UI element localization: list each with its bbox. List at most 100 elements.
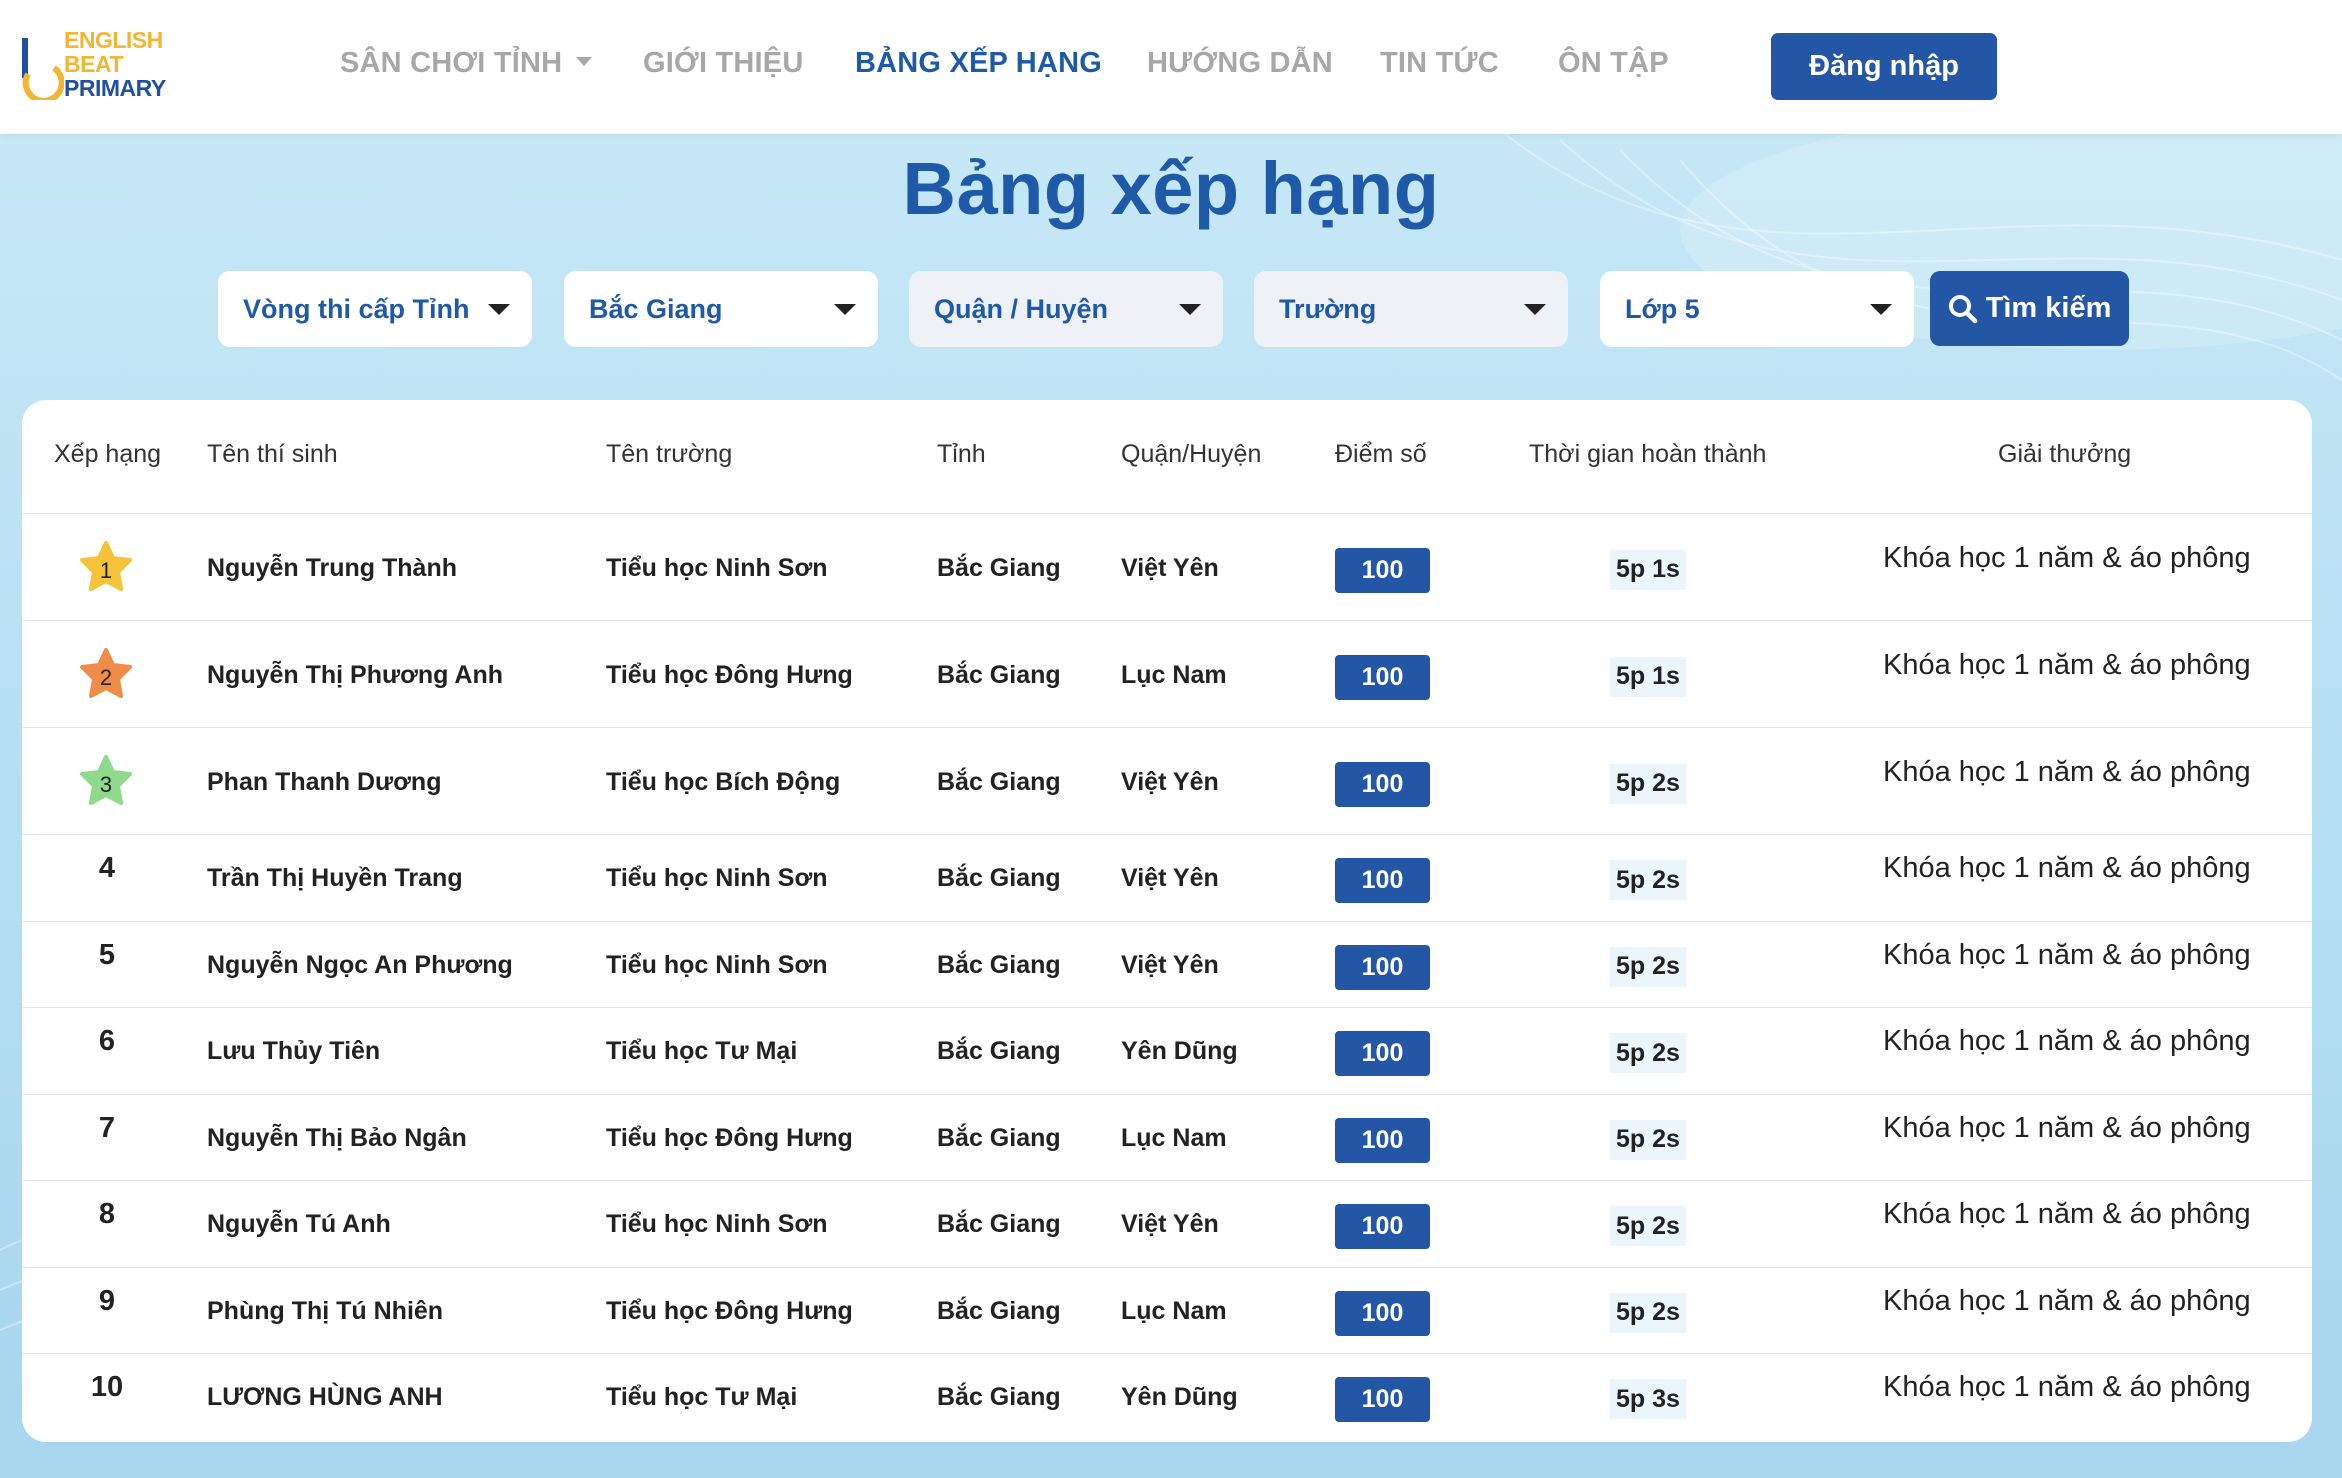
prize-text: Khóa học 1 năm & áo phông (1883, 1371, 2251, 1404)
district-name: Việt Yên (1121, 767, 1219, 796)
filter-district-select[interactable]: Quận / Huyện (909, 271, 1223, 347)
nav-on-tap[interactable]: ÔN TẬP (1558, 47, 1669, 80)
school-name: Tiểu học Tư Mại (606, 1383, 798, 1412)
rank-number: 2 (99, 664, 113, 690)
completion-time: 5p 2s (1610, 1119, 1686, 1160)
prize-text: Khóa học 1 năm & áo phông (1883, 1111, 2251, 1144)
table-row: 6 Lưu Thủy Tiên Tiểu học Tư Mại Bắc Giang Yê… (22, 1008, 2312, 1095)
completion-time: 5p 3s (1610, 1379, 1686, 1420)
rank-number: 6 (98, 1025, 116, 1058)
nav-gioi-thieu[interactable]: GIỚI THIỆU (643, 47, 803, 80)
province-name: Bắc Giang (937, 1037, 1061, 1066)
prize-text: Khóa học 1 năm & áo phông (1883, 1284, 2251, 1317)
province-name: Bắc Giang (937, 1210, 1061, 1239)
header-score: Điểm số (1335, 440, 1427, 468)
filter-grade-select[interactable]: Lớp 5 (1600, 271, 1914, 347)
score-badge: 100 (1335, 1031, 1430, 1077)
school-name: Tiểu học Đông Hưng (606, 1296, 853, 1325)
table-row: 9 Phùng Thị Tú Nhiên Tiểu học Đông Hưng Bắc… (22, 1268, 2312, 1354)
header-prize: Giải thưởng (1998, 440, 2132, 468)
completion-time: 5p 2s (1610, 1033, 1686, 1074)
search-icon (1948, 294, 1977, 323)
prize-text: Khóa học 1 năm & áo phông (1883, 938, 2251, 971)
score-badge: 100 (1335, 1290, 1430, 1336)
student-name: Nguyễn Thị Phương Anh (207, 660, 504, 689)
score-badge: 100 (1335, 944, 1430, 990)
filter-school-label: Trường (1279, 293, 1377, 324)
prize-text: Khóa học 1 năm & áo phông (1883, 852, 2251, 885)
caret-down-icon (1179, 303, 1201, 315)
school-name: Tiểu học Ninh Sơn (606, 1210, 828, 1239)
star-gold-icon: 1 (77, 539, 135, 597)
student-name: Nguyễn Tú Anh (207, 1210, 391, 1239)
prize-text: Khóa học 1 năm & áo phông (1883, 541, 2251, 574)
header-time: Thời gian hoàn thành (1529, 440, 1767, 468)
school-name: Tiểu học Bích Động (606, 767, 841, 796)
filter-province-select[interactable]: Bắc Giang (564, 271, 878, 347)
score-badge: 100 (1335, 1377, 1430, 1423)
table-row: 8 Nguyễn Tú Anh Tiểu học Ninh Sơn Bắc Giang… (22, 1181, 2312, 1268)
nav-tin-tuc[interactable]: TIN TỨC (1380, 47, 1499, 80)
school-name: Tiểu học Đông Hưng (606, 1123, 853, 1152)
district-name: Việt Yên (1121, 864, 1219, 893)
province-name: Bắc Giang (937, 553, 1061, 582)
filter-grade-label: Lớp 5 (1625, 293, 1700, 324)
prize-text: Khóa học 1 năm & áo phông (1883, 1198, 2251, 1231)
table-row: 5 Nguyễn Ngọc An Phương Tiểu học Ninh Sơn B… (22, 922, 2312, 1008)
nav-huong-dan[interactable]: HƯỚNG DẪN (1147, 47, 1333, 80)
school-name: Tiểu học Ninh Sơn (606, 950, 828, 979)
school-name: Tiểu học Ninh Sơn (606, 864, 828, 893)
nav-label: SÂN CHƠI TỈNH (340, 47, 563, 79)
table-header: Xếp hạng Tên thí sinh Tên trường Tỉnh Qu… (22, 400, 2312, 514)
student-name: Trần Thị Huyền Trang (207, 864, 463, 893)
header-rank: Xếp hạng (54, 440, 162, 468)
school-name: Tiểu học Tư Mại (606, 1037, 798, 1066)
header-district: Quận/Huyện (1121, 440, 1262, 468)
filter-round-select[interactable]: Vòng thi cấp Tỉnh (218, 271, 532, 347)
rank-number: 8 (98, 1198, 116, 1231)
rank-number: 4 (98, 852, 116, 885)
province-name: Bắc Giang (937, 1383, 1061, 1412)
star-green-icon: 3 (77, 753, 135, 811)
filter-round-label: Vòng thi cấp Tỉnh (243, 293, 470, 324)
search-button[interactable]: Tìm kiếm (1930, 271, 2129, 346)
table-row: 4 Trần Thị Huyền Trang Tiểu học Ninh Sơn Bắ… (22, 835, 2312, 922)
nav-bang-xep-hang[interactable]: BẢNG XẾP HẠNG (855, 47, 1102, 80)
filter-district-label: Quận / Huyện (934, 293, 1109, 324)
nav-san-choi-tinh[interactable]: SÂN CHƠI TỈNH (340, 47, 593, 80)
rank-number: 1 (99, 557, 113, 583)
province-name: Bắc Giang (937, 864, 1061, 893)
filter-school-select[interactable]: Trường (1254, 271, 1568, 347)
student-name: LƯƠNG HÙNG ANH (207, 1383, 443, 1412)
page-title: Bảng xếp hạng (902, 147, 1440, 230)
table-row: 2 Nguyễn Thị Phương Anh Tiểu học Đông Hưng… (22, 621, 2312, 728)
student-name: Nguyễn Thị Bảo Ngân (207, 1123, 467, 1152)
completion-time: 5p 1s (1610, 656, 1686, 697)
rank-number: 10 (90, 1371, 124, 1404)
score-badge: 100 (1335, 547, 1430, 593)
province-name: Bắc Giang (937, 1123, 1061, 1152)
score-badge: 100 (1335, 1204, 1430, 1250)
table-row: 7 Nguyễn Thị Bảo Ngân Tiểu học Đông Hưng Bắ… (22, 1095, 2312, 1181)
province-name: Bắc Giang (937, 660, 1061, 689)
header-name: Tên thí sinh (207, 440, 338, 468)
student-name: Nguyễn Ngọc An Phương (207, 950, 513, 979)
completion-time: 5p 1s (1610, 549, 1686, 590)
score-badge: 100 (1335, 1117, 1430, 1163)
province-name: Bắc Giang (937, 767, 1061, 796)
login-button[interactable]: Đăng nhập (1771, 33, 1997, 100)
filter-province-label: Bắc Giang (589, 293, 723, 324)
district-name: Yên Dũng (1121, 1383, 1238, 1412)
prize-text: Khóa học 1 năm & áo phông (1883, 1025, 2251, 1058)
province-name: Bắc Giang (937, 950, 1061, 979)
leaderboard-table: Xếp hạng Tên thí sinh Tên trường Tỉnh Qu… (22, 400, 2312, 1442)
district-name: Lục Nam (1121, 660, 1227, 689)
prize-text: Khóa học 1 năm & áo phông (1883, 755, 2251, 788)
table-row: 3 Phan Thanh Dương Tiểu học Bích Động Bắc G… (22, 728, 2312, 835)
score-badge: 100 (1335, 654, 1430, 700)
completion-time: 5p 2s (1610, 1292, 1686, 1333)
completion-time: 5p 2s (1610, 946, 1686, 987)
score-badge: 100 (1335, 761, 1430, 807)
district-name: Việt Yên (1121, 950, 1219, 979)
student-name: Lưu Thủy Tiên (207, 1037, 381, 1066)
